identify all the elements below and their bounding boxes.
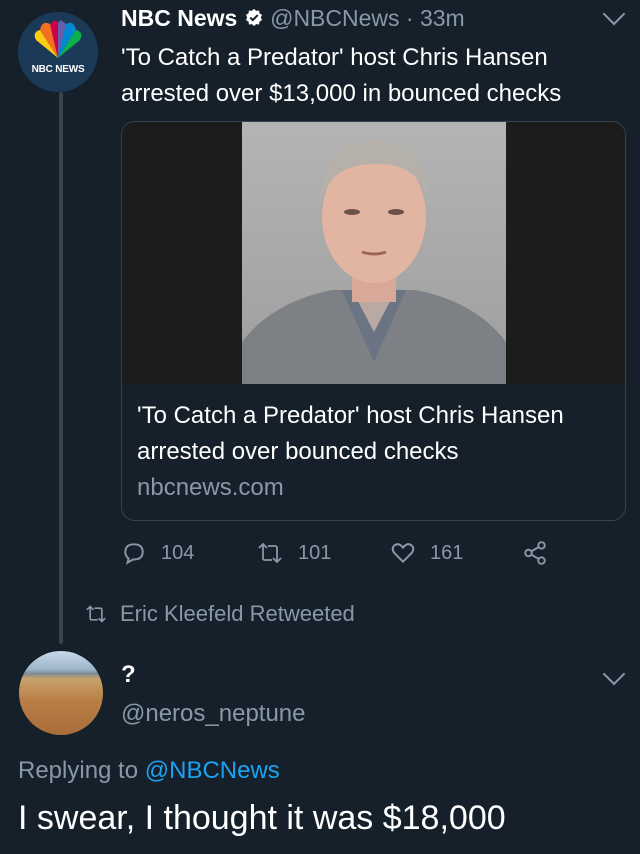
author-handle[interactable]: @NBCNews (270, 5, 399, 31)
reply-icon (124, 543, 144, 565)
like-count: 161 (430, 541, 464, 564)
meta-separator: · (405, 5, 414, 31)
card-image (122, 122, 625, 384)
reply-action[interactable]: 104 (121, 539, 194, 567)
user-avatar[interactable] (19, 651, 103, 735)
reply-count: 104 (161, 541, 195, 564)
tweet-header: NBC News @NBCNews · 33m (121, 5, 465, 32)
verified-badge-icon (245, 8, 262, 27)
mugshot-photo (242, 122, 506, 384)
reply-text: I swear, I thought it was $18,000 (18, 799, 506, 837)
replying-to-link[interactable]: @NBCNews (145, 757, 280, 784)
retweet-notice-icon (86, 605, 106, 623)
card-domain: nbcnews.com (137, 474, 284, 501)
card-title: 'To Catch a Predator' host Chris Hansen … (137, 402, 564, 465)
retweet-notice-text[interactable]: Eric Kleefeld Retweeted (120, 601, 355, 627)
tweet-time[interactable]: 33m (420, 5, 465, 31)
chevron-down-icon[interactable] (602, 2, 626, 26)
retweet-notice: Eric Kleefeld Retweeted (84, 601, 355, 627)
thread-line (59, 92, 63, 644)
like-icon (391, 543, 415, 564)
share-icon (524, 541, 546, 565)
author-name[interactable]: NBC News (121, 5, 237, 31)
like-action[interactable]: 161 (390, 539, 463, 567)
peacock-logo-icon (34, 20, 82, 59)
chevron-down-icon[interactable] (602, 662, 626, 686)
nbc-logo-text: NBC NEWS (31, 64, 85, 75)
replying-prefix: Replying to (18, 757, 139, 784)
retweet-count: 101 (298, 541, 332, 564)
reply-author-handle[interactable]: @neros_neptune (121, 700, 306, 728)
link-card[interactable]: 'To Catch a Predator' host Chris Hansen … (121, 121, 626, 521)
replying-to: Replying to @NBCNews (18, 757, 280, 785)
retweet-action[interactable]: 101 (256, 539, 331, 567)
reply-author-name[interactable]: ? (121, 661, 136, 689)
nbc-avatar[interactable]: NBC NEWS (18, 12, 98, 92)
share-action[interactable] (522, 539, 562, 567)
tweet-text: 'To Catch a Predator' host Chris Hansen … (121, 44, 562, 107)
retweet-icon (258, 542, 282, 564)
